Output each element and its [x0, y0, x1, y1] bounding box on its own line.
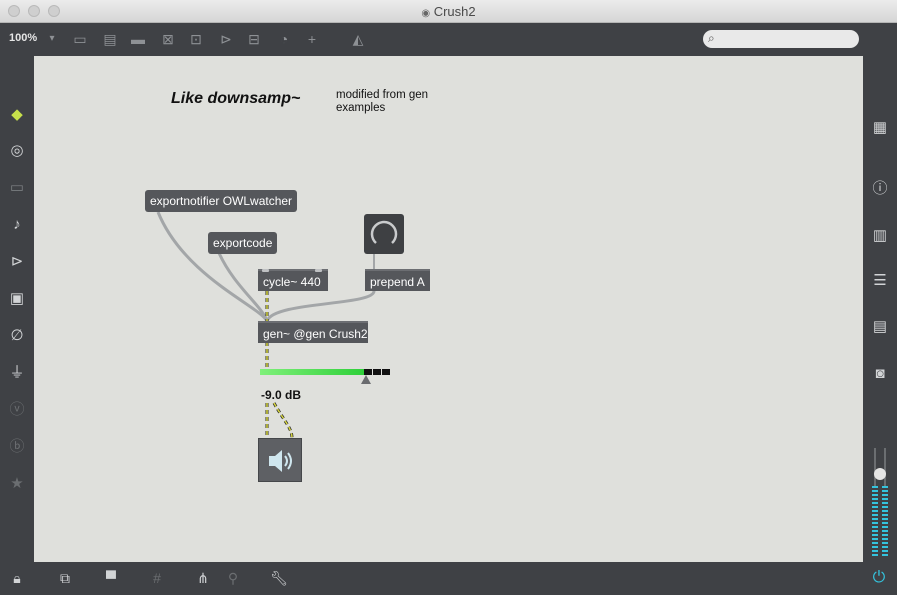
grid-snap-icon[interactable]: #	[148, 569, 166, 587]
patch-cords	[156, 211, 376, 439]
gen-object[interactable]: gen~ @gen Crush2	[258, 321, 368, 343]
debug-icon[interactable]: ⚲	[224, 569, 242, 587]
windows-icon[interactable]: ⧉	[56, 569, 74, 587]
gain-slider-knob[interactable]	[361, 375, 371, 384]
zoom-level[interactable]: 100%	[9, 32, 37, 44]
gain-slider[interactable]	[260, 369, 392, 385]
patcher-canvas[interactable]: Like downsamp~ modified from gen example…	[34, 56, 863, 562]
prepend-object[interactable]: prepend A	[365, 269, 430, 291]
dial-icon[interactable]: ◔	[276, 31, 292, 47]
presentation-window-icon[interactable]: ▭	[72, 31, 88, 47]
vimeo-icon[interactable]: ⓥ	[7, 400, 27, 420]
target-icon[interactable]: ◎	[7, 141, 27, 161]
right-sidebar: ▦ ⓘ ▥ ☰ ▤ ◙	[863, 56, 897, 562]
zoom-dropdown-icon[interactable]: ▾	[44, 31, 60, 47]
button-icon[interactable]: ⊡	[188, 31, 204, 47]
message-box-icon[interactable]: ▤	[102, 31, 118, 47]
power-icon[interactable]: ⏻	[870, 569, 888, 587]
gain-readout: -9.0 dB	[261, 388, 302, 402]
plug-icon[interactable]: ⏚	[7, 363, 27, 383]
paint-bucket-icon[interactable]: ◭	[350, 31, 366, 47]
presentation-icon[interactable]: ▀	[102, 569, 120, 587]
book-open-icon[interactable]: ▥	[870, 226, 890, 246]
dial-arc-icon	[370, 220, 398, 244]
image-icon[interactable]: ▣	[7, 289, 27, 309]
reference-icon[interactable]: ▤	[870, 317, 890, 337]
ezdac-speaker-button[interactable]	[258, 438, 302, 482]
toggle-icon[interactable]: ⊠	[160, 31, 176, 47]
frequency-dial[interactable]	[364, 214, 404, 254]
search-input[interactable]: ⌕	[703, 30, 859, 48]
comment-icon[interactable]: ▬	[130, 31, 146, 47]
toolbar: 100% ▾ ▭ ▤ ▬ ⊠ ⊡ ⊳ ⊟ ◔ + ◭ ⌕	[0, 23, 897, 56]
left-sidebar: ◆ ◎ ▭ ♪ ⊳ ▣ ∅ ⏚ ⓥ ⓑ ★	[0, 56, 34, 562]
info-icon[interactable]: ⓘ	[870, 179, 890, 199]
help-icon[interactable]: ⓑ	[7, 437, 27, 457]
cycle-object[interactable]: cycle~ 440	[258, 269, 328, 291]
exportcode-object[interactable]: exportcode	[208, 232, 278, 254]
exportnotifier-object[interactable]: exportnotifier OWLwatcher	[145, 190, 298, 212]
cycle-inlet-left[interactable]	[262, 269, 269, 272]
window-title: ◉ Crush2	[421, 4, 476, 19]
camera-icon[interactable]: ◙	[870, 364, 890, 384]
output-level-meter	[871, 448, 889, 556]
bottom-toolbar: 🔒︎ ⧉ ▀ # ⋔ ⚲ 🔧︎ ⏻	[0, 562, 897, 595]
playbar-icon[interactable]: ⊳	[218, 31, 234, 47]
patch-title-comment: Like downsamp~	[171, 90, 301, 107]
document-icon: ◉	[421, 8, 431, 19]
cycle-inlet-right[interactable]	[315, 269, 322, 272]
gain-level-fill	[260, 369, 364, 375]
keyboard-icon[interactable]: ▭	[7, 178, 27, 198]
hierarchy-icon[interactable]: ⋔	[194, 569, 212, 587]
search-icon: ⌕	[708, 31, 715, 45]
star-icon[interactable]: ★	[7, 474, 27, 494]
play-list-icon[interactable]: ⊳	[7, 252, 27, 272]
lock-icon[interactable]: 🔒︎	[8, 569, 26, 587]
music-note-icon[interactable]: ♪	[7, 215, 27, 235]
slider-icon[interactable]: ⊟	[246, 31, 262, 47]
speaker-icon	[269, 450, 292, 472]
title-bar: ◉ Crush2	[0, 0, 897, 23]
add-object-icon[interactable]: +	[304, 31, 320, 47]
grid-icon[interactable]: ▦	[870, 118, 890, 138]
wrench-icon[interactable]: 🔧︎	[270, 569, 288, 587]
paperclip-icon[interactable]: ∅	[7, 326, 27, 346]
note-comment: modified from gen examples	[336, 89, 429, 114]
list-icon[interactable]: ☰	[870, 271, 890, 291]
cube-icon[interactable]: ◆	[7, 105, 27, 125]
output-volume-slider[interactable]	[874, 468, 886, 480]
